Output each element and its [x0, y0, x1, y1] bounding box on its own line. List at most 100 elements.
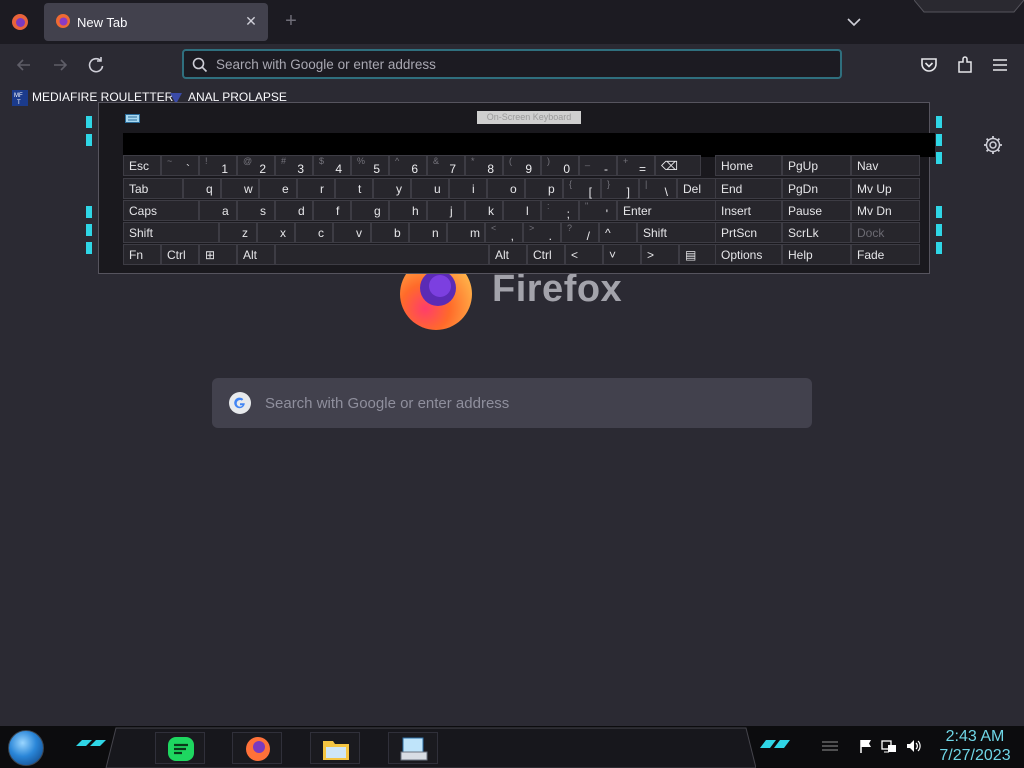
side-key-pgup[interactable]: PgUp — [782, 155, 851, 176]
side-key-home[interactable]: Home — [715, 155, 782, 176]
clock-date[interactable]: 7/27/2023 — [930, 747, 1020, 765]
key-r-1-4[interactable]: r — [297, 178, 335, 199]
key-Alt-4-5[interactable]: Alt — [489, 244, 527, 265]
key-n-3-6[interactable]: n — [409, 222, 447, 243]
key-6-0-7[interactable]: ^ 6 — [389, 155, 427, 176]
key-4-0-5[interactable]: $4 — [313, 155, 351, 176]
key-Shift-3-0[interactable]: Shift — [123, 222, 219, 243]
key--0-14[interactable]: ⌫ — [655, 155, 701, 176]
key-w-1-2[interactable]: w — [221, 178, 259, 199]
key-Ctrl-4-6[interactable]: Ctrl — [527, 244, 565, 265]
key-b-3-5[interactable]: b — [371, 222, 409, 243]
side-key-mvup[interactable]: Mv Up — [851, 178, 920, 199]
key-v-3-4[interactable]: v — [333, 222, 371, 243]
side-key-options[interactable]: Options — [715, 244, 782, 265]
side-key-end[interactable]: End — [715, 178, 782, 199]
key-Fn-4-0[interactable]: Fn — [123, 244, 161, 265]
key-c-3-3[interactable]: c — [295, 222, 333, 243]
key-2-0-3[interactable]: @2 — [237, 155, 275, 176]
taskbar-app-osk[interactable] — [388, 732, 438, 764]
gear-icon[interactable] — [982, 134, 1004, 156]
key--1-13[interactable]: | \ — [639, 178, 677, 199]
key-5-0-6[interactable]: % 5 — [351, 155, 389, 176]
side-key-prtscn[interactable]: PrtScn — [715, 222, 782, 243]
clock-time[interactable]: 2:43 AM — [930, 728, 1020, 746]
pocket-icon[interactable] — [917, 53, 941, 77]
side-key-nav[interactable]: Nav — [851, 155, 920, 176]
key--3-8[interactable]: <, — [485, 222, 523, 243]
key--4-2[interactable]: ⊞ — [199, 244, 237, 265]
key-1-0-2[interactable]: ! 1 — [199, 155, 237, 176]
key-9-0-10[interactable]: (9 — [503, 155, 541, 176]
taskbar-app-notes[interactable] — [155, 732, 205, 764]
key-k-2-8[interactable]: k — [465, 200, 503, 221]
key-l-2-9[interactable]: l — [503, 200, 541, 221]
taskbar-app-explorer[interactable] — [310, 732, 360, 764]
key-y-1-6[interactable]: y — [373, 178, 411, 199]
key-i-1-8[interactable]: i — [449, 178, 487, 199]
key-z-3-1[interactable]: z — [219, 222, 257, 243]
key-q-1-1[interactable]: q — [183, 178, 221, 199]
reload-icon[interactable] — [84, 53, 108, 77]
key-space-4-4[interactable] — [275, 244, 489, 265]
firefox-view-icon[interactable] — [11, 13, 29, 31]
side-key-scrlk[interactable]: ScrLk — [782, 222, 851, 243]
key-Ctrl-4-1[interactable]: Ctrl — [161, 244, 199, 265]
key--3-10[interactable]: ? / — [561, 222, 599, 243]
key-7-0-8[interactable]: & 7 — [427, 155, 465, 176]
key--3-9[interactable]: >. — [523, 222, 561, 243]
key--0-1[interactable]: ~ ` — [161, 155, 199, 176]
key--3-11[interactable]: ^ — [599, 222, 637, 243]
key-p-1-10[interactable]: p — [525, 178, 563, 199]
key-h-2-6[interactable]: h — [389, 200, 427, 221]
side-key-insert[interactable]: Insert — [715, 200, 782, 221]
key--0-13[interactable]: + = — [617, 155, 655, 176]
key-Caps-2-0[interactable]: Caps — [123, 200, 199, 221]
new-tab-button[interactable]: + — [280, 10, 302, 32]
side-key-dock[interactable]: Dock — [851, 222, 920, 243]
key-f-2-4[interactable]: f — [313, 200, 351, 221]
extensions-icon[interactable] — [953, 53, 977, 77]
start-button[interactable] — [8, 730, 44, 766]
key-d-2-3[interactable]: d — [275, 200, 313, 221]
key-g-2-5[interactable]: g — [351, 200, 389, 221]
side-key-fade[interactable]: Fade — [851, 244, 920, 265]
newtab-search-box[interactable]: Search with Google or enter address — [212, 378, 812, 428]
key-0-0-11[interactable]: ) 0 — [541, 155, 579, 176]
key-a-2-1[interactable]: a — [199, 200, 237, 221]
tab-new-tab[interactable]: New Tab ✕ — [44, 3, 268, 41]
key-e-1-3[interactable]: e — [259, 178, 297, 199]
menu-icon[interactable] — [988, 53, 1012, 77]
key--1-11[interactable]: {[ — [563, 178, 601, 199]
key-t-1-5[interactable]: t — [335, 178, 373, 199]
key-x-3-2[interactable]: x — [257, 222, 295, 243]
side-key-pause[interactable]: Pause — [782, 200, 851, 221]
key-u-1-7[interactable]: u — [411, 178, 449, 199]
key-j-2-7[interactable]: j — [427, 200, 465, 221]
key-Alt-4-3[interactable]: Alt — [237, 244, 275, 265]
key-s-2-2[interactable]: s — [237, 200, 275, 221]
key-o-1-9[interactable]: o — [487, 178, 525, 199]
key-m-3-7[interactable]: m — [447, 222, 485, 243]
forward-arrow-icon[interactable] — [48, 53, 72, 77]
key-Esc-0-0[interactable]: Esc — [123, 155, 161, 176]
url-bar[interactable]: Search with Google or enter address — [182, 49, 842, 79]
key-Tab-1-0[interactable]: Tab — [123, 178, 183, 199]
key-3-0-4[interactable]: #3 — [275, 155, 313, 176]
back-arrow-icon[interactable] — [12, 53, 36, 77]
taskbar-app-firefox[interactable] — [232, 732, 282, 764]
close-icon[interactable]: ✕ — [242, 12, 260, 30]
key--2-11[interactable]: " ' — [579, 200, 617, 221]
key--4-7[interactable]: < — [565, 244, 603, 265]
key--4-9[interactable]: > — [641, 244, 679, 265]
key--0-12[interactable]: _ - — [579, 155, 617, 176]
key-Shift-3-12[interactable]: Shift — [637, 222, 723, 243]
key--4-8[interactable]: ˅ — [603, 244, 641, 265]
key--1-12[interactable]: }] — [601, 178, 639, 199]
key--2-10[interactable]: :; — [541, 200, 579, 221]
flag-icon[interactable] — [858, 738, 874, 754]
side-key-pgdn[interactable]: PgDn — [782, 178, 851, 199]
volume-icon[interactable] — [905, 738, 921, 754]
network-icon[interactable] — [881, 738, 897, 754]
key-8-0-9[interactable]: * 8 — [465, 155, 503, 176]
